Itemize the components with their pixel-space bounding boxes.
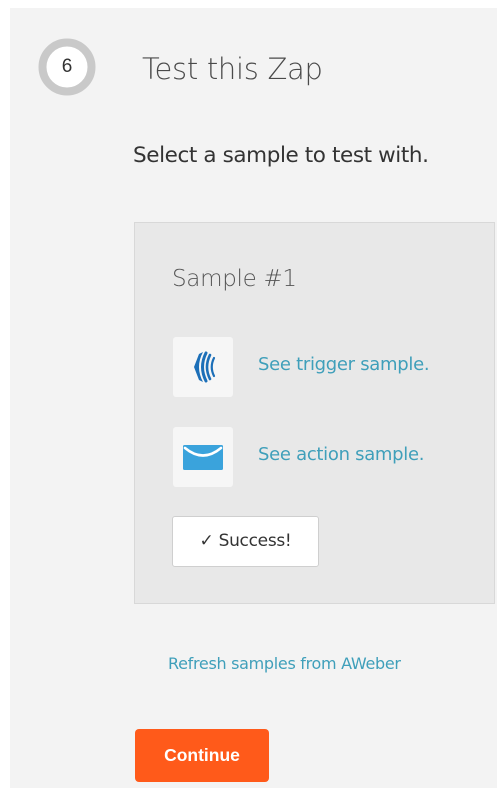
refresh-samples-link[interactable]: Refresh samples from AWeber (168, 654, 401, 673)
see-trigger-sample-link[interactable]: See trigger sample. (258, 354, 430, 375)
step-title: Test this Zap (142, 52, 323, 86)
sample-title: Sample #1 (172, 266, 297, 292)
continue-button[interactable]: Continue (135, 729, 269, 782)
instructions-text: Select a sample to test with. (133, 143, 429, 168)
email-envelope-icon (173, 427, 233, 487)
step-number: 6 (61, 56, 73, 77)
aweber-icon (173, 337, 233, 397)
see-action-sample-link[interactable]: See action sample. (258, 444, 425, 465)
success-status-button[interactable]: ✓ Success! (172, 516, 319, 567)
